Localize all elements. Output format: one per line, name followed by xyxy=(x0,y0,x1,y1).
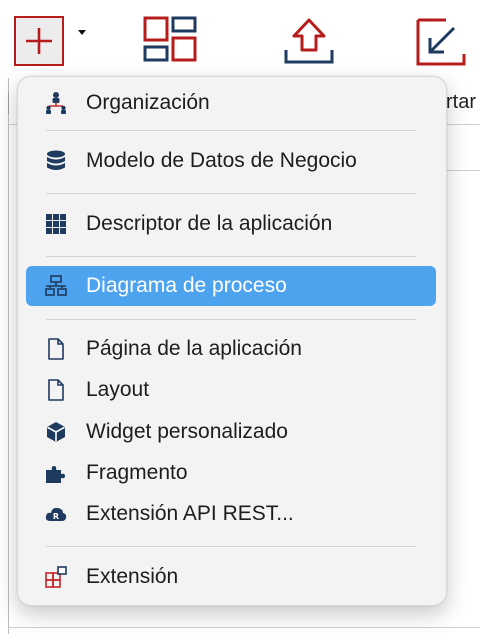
layout-page-icon xyxy=(44,378,68,402)
window-bottom-border xyxy=(8,627,480,628)
menu-item-fragment[interactable]: Fragmento xyxy=(26,453,436,493)
import-arrow-icon[interactable] xyxy=(406,14,480,70)
menu-item-label: Widget personalizado xyxy=(86,420,288,443)
grid-icon xyxy=(44,212,68,236)
plus-icon xyxy=(26,28,52,54)
triangle-down-icon[interactable] xyxy=(76,26,88,38)
menu-item-label: Layout xyxy=(86,378,150,401)
export-upload-icon[interactable] xyxy=(280,16,338,68)
organization-icon xyxy=(44,91,68,115)
menu-item-rest-api-extension[interactable]: R Extensión API REST... xyxy=(26,494,436,534)
menu-separator xyxy=(46,130,416,131)
menu-item-business-data-model[interactable]: Modelo de Datos de Negocio xyxy=(26,141,436,181)
new-artifact-menu: Organización Modelo de Datos de Negocio … xyxy=(17,76,447,606)
menu-item-process-diagram[interactable]: Diagrama de proceso xyxy=(26,266,436,306)
partial-toolbar-label: rtar xyxy=(446,91,476,113)
process-diagram-icon xyxy=(44,274,68,298)
cube-icon xyxy=(44,420,68,444)
toolbar xyxy=(0,0,480,78)
menu-item-label: Fragmento xyxy=(86,461,188,484)
menu-separator xyxy=(46,319,416,320)
menu-item-layout[interactable]: Layout xyxy=(26,370,436,410)
page-icon xyxy=(44,337,68,361)
add-button[interactable] xyxy=(14,16,64,66)
database-icon xyxy=(44,149,68,173)
menu-item-label: Descriptor de la aplicación xyxy=(86,212,333,235)
menu-item-label: Página de la aplicación xyxy=(86,337,302,360)
menu-item-custom-widget[interactable]: Widget personalizado xyxy=(26,412,436,452)
overview-grid-icon[interactable] xyxy=(140,14,202,70)
puzzle-icon xyxy=(44,461,68,485)
tab-separator xyxy=(8,92,9,114)
extension-icon xyxy=(44,565,68,589)
menu-item-application-descriptor[interactable]: Descriptor de la aplicación xyxy=(26,204,436,244)
menu-item-label: Organización xyxy=(86,91,210,114)
menu-separator xyxy=(46,193,416,194)
menu-item-organization[interactable]: Organización xyxy=(26,83,436,123)
menu-item-label: Extensión API REST... xyxy=(86,502,294,525)
menu-item-label: Modelo de Datos de Negocio xyxy=(86,149,357,172)
menu-item-label: Diagrama de proceso xyxy=(86,274,287,297)
menu-item-application-page[interactable]: Página de la aplicación xyxy=(26,329,436,369)
menu-item-label: Extensión xyxy=(86,565,179,588)
menu-separator xyxy=(46,256,416,257)
cloud-rest-icon: R xyxy=(44,502,68,526)
menu-item-extension[interactable]: Extensión xyxy=(26,557,436,597)
svg-text:R: R xyxy=(53,512,59,521)
menu-separator xyxy=(46,546,416,547)
